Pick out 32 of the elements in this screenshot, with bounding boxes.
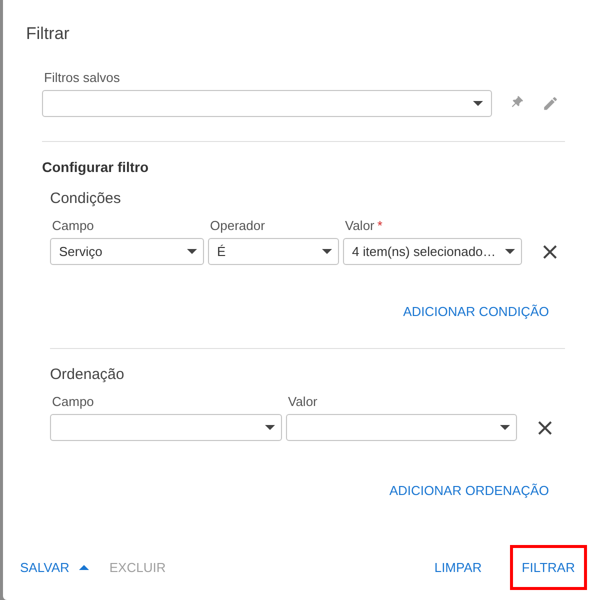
saved-filters-dropdown[interactable] — [42, 90, 492, 116]
required-mark: * — [377, 218, 382, 233]
footer-button[interactable]: SALVAR — [17, 548, 92, 587]
close-icon[interactable] — [537, 420, 553, 436]
caret-icon — [473, 100, 483, 106]
dropdown-field[interactable]: Serviço — [50, 238, 204, 265]
caret-icon — [500, 425, 510, 430]
dropdown-field[interactable] — [50, 414, 282, 441]
subsection-title: Condições — [50, 188, 122, 208]
section-title: Configurar filtro — [42, 158, 150, 177]
caret-icon — [505, 249, 515, 254]
field-label: Campo — [52, 218, 94, 233]
field-label: Campo — [52, 394, 94, 409]
add-condition-button[interactable]: ADICIONAR CONDIÇÃO — [403, 302, 549, 322]
caret-icon — [187, 249, 197, 254]
dropdown-field[interactable]: 4 item(ns) selecionado… — [343, 238, 522, 265]
field-label: Filtros salvos — [43, 70, 121, 86]
dialog-title: Filtrar — [25, 23, 70, 45]
footer-button[interactable]: FILTRAR — [510, 544, 587, 590]
caret-up-icon — [79, 564, 90, 570]
field-label: Operador — [210, 218, 265, 233]
dropdown-field[interactable]: É — [208, 238, 339, 265]
pencil-icon[interactable] — [542, 94, 559, 112]
dropdown-field[interactable] — [286, 414, 517, 441]
caret-icon — [322, 249, 332, 254]
field-label: Valor — [345, 218, 374, 233]
field-label: Valor — [288, 394, 318, 409]
footer-button[interactable]: LIMPAR — [431, 548, 485, 587]
close-icon[interactable] — [542, 244, 558, 260]
caret-icon — [265, 425, 275, 430]
add-sorting-button[interactable]: ADICIONAR ORDENAÇÃO — [389, 481, 549, 500]
subsection-title: Ordenação — [50, 364, 126, 384]
